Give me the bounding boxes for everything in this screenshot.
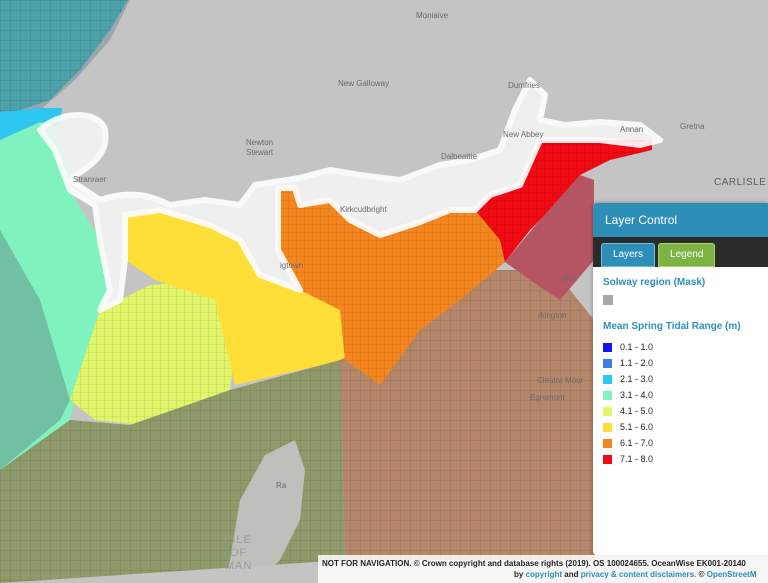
label-isle-of-man-3: MAN: [225, 560, 252, 572]
mask-swatch: [603, 295, 613, 305]
label-stranraer: Stranraer: [73, 175, 107, 184]
legend-label: 7.1 - 8.0: [620, 454, 654, 464]
label-kirkcudbright: Kirkcudbright: [340, 205, 387, 214]
legend-label: 5.1 - 6.0: [620, 422, 654, 432]
label-dumfries: Dumfries: [508, 81, 540, 90]
legend-list: 0.1 - 1.0 1.1 - 2.0 2.1 - 3.0 3.1 - 4.0 …: [603, 339, 758, 467]
attribution-line-1: NOT FOR NAVIGATION. © Crown copyright an…: [322, 558, 768, 569]
legend-label: 0.1 - 1.0: [620, 342, 654, 352]
legend-item: 3.1 - 4.0: [603, 387, 758, 403]
label-newton: Newton: [246, 138, 273, 147]
label-moniaive: Moniaive: [416, 11, 449, 20]
legend-item: 5.1 - 6.0: [603, 419, 758, 435]
layer-control-tabs: Layers Legend: [593, 237, 768, 267]
label-maryport: port: [562, 274, 577, 283]
tidal-range-section-title: Mean Spring Tidal Range (m): [603, 321, 741, 332]
legend-item: 2.1 - 3.0: [603, 371, 758, 387]
privacy-link[interactable]: privacy & content disclaimers.: [581, 570, 697, 579]
attribution-osm-prefix: ©: [698, 570, 705, 579]
tab-layers[interactable]: Layers: [601, 243, 656, 267]
label-stewart: Stewart: [246, 148, 274, 157]
openstreetmap-link[interactable]: OpenStreetM: [707, 570, 757, 579]
label-isle-of-man-2: OF: [230, 547, 247, 559]
attribution-by: by: [514, 570, 524, 579]
attribution-and: and: [564, 570, 579, 579]
label-new-galloway: New Galloway: [338, 79, 389, 88]
tab-legend[interactable]: Legend: [658, 243, 716, 267]
legend-item: 0.1 - 1.0: [603, 339, 758, 355]
label-gretna: Gretna: [680, 122, 705, 131]
legend-swatch: [603, 358, 612, 368]
layer-control-panel: Layer Control Layers Legend Solway region…: [593, 203, 768, 555]
layer-control-title: Layer Control: [593, 203, 768, 237]
label-wigtown: igtown: [280, 261, 303, 270]
legend-item: 4.1 - 5.0: [603, 403, 758, 419]
label-dalbeattie: Dalbeattie: [441, 152, 478, 161]
label-egremont: Egremont: [530, 393, 565, 402]
legend-label: 2.1 - 3.0: [620, 374, 654, 384]
legend-label: 4.1 - 5.0: [620, 406, 654, 416]
legend-item: 6.1 - 7.0: [603, 435, 758, 451]
label-isle-of-man-1: ISLE: [224, 534, 252, 546]
legend-swatch: [603, 390, 612, 400]
label-workington: rkington: [538, 311, 566, 320]
legend-swatch: [603, 342, 612, 352]
label-new-abbey: New Abbey: [503, 130, 543, 139]
legend-body: Solway region (Mask) Mean Spring Tidal R…: [593, 267, 768, 475]
legend-label: 3.1 - 4.0: [620, 390, 654, 400]
legend-label: 1.1 - 2.0: [620, 358, 654, 368]
attribution-text: NOT FOR NAVIGATION. © Crown copyright an…: [322, 559, 746, 568]
copyright-link[interactable]: copyright: [526, 570, 562, 579]
legend-swatch: [603, 374, 612, 384]
legend-swatch: [603, 422, 612, 432]
label-ramsey: Ra: [276, 481, 287, 490]
mask-section-title: Solway region (Mask): [603, 277, 706, 288]
attribution-line-2: by copyright and privacy & content discl…: [322, 569, 768, 580]
label-annan: Annan: [620, 125, 643, 134]
legend-item: 1.1 - 2.0: [603, 355, 758, 371]
map-attribution: NOT FOR NAVIGATION. © Crown copyright an…: [318, 555, 768, 583]
legend-swatch: [603, 406, 612, 416]
legend-label: 6.1 - 7.0: [620, 438, 654, 448]
legend-swatch: [603, 438, 612, 448]
label-cleator-moor: Cleator Moor: [537, 376, 584, 385]
label-carlisle: CARLISLE: [714, 177, 766, 188]
legend-item: 7.1 - 8.0: [603, 451, 758, 467]
legend-swatch: [603, 454, 612, 464]
